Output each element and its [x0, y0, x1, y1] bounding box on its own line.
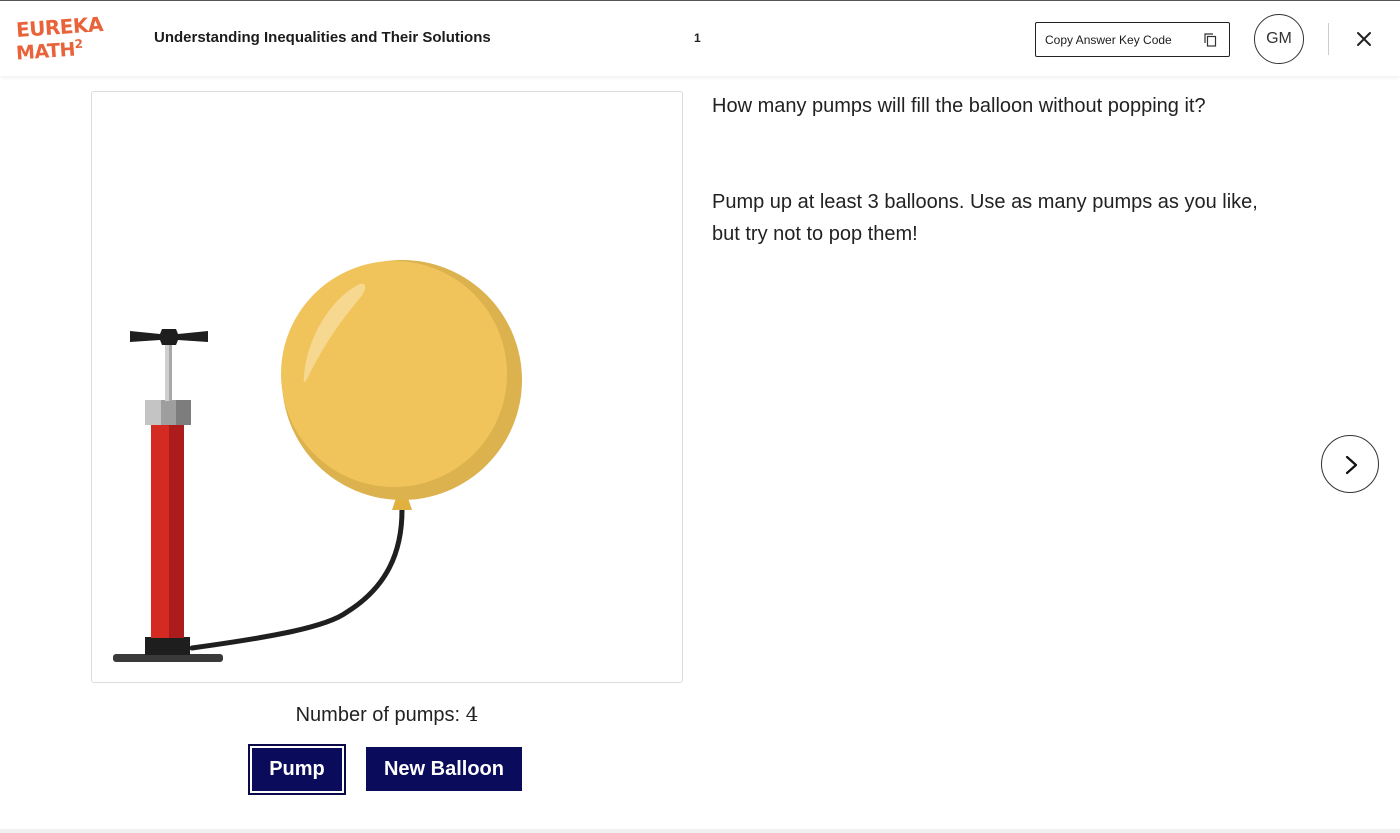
- instructions-line2: but try not to pop them!: [712, 223, 918, 245]
- balloon-pump-canvas: [91, 91, 683, 683]
- bottom-border: [0, 829, 1400, 833]
- header: EUREKA MATH2 Understanding Inequalities …: [0, 1, 1400, 76]
- pump-handle: [130, 329, 208, 345]
- next-button[interactable]: [1321, 435, 1379, 493]
- copy-answer-key-label: Copy Answer Key Code: [1045, 32, 1172, 47]
- copy-icon: [1204, 33, 1217, 47]
- close-button[interactable]: [1352, 27, 1376, 51]
- page: EUREKA MATH2 Understanding Inequalities …: [0, 0, 1400, 833]
- page-number: 1: [694, 31, 701, 45]
- instructions-line1: Pump up at least 3 balloons. Use as many…: [712, 191, 1258, 213]
- user-avatar[interactable]: GM: [1254, 14, 1304, 64]
- header-divider: [1328, 23, 1329, 55]
- pump-cap-light: [145, 400, 161, 425]
- copy-answer-key-button[interactable]: Copy Answer Key Code: [1035, 22, 1230, 57]
- pump-button-label: Pump: [252, 748, 342, 791]
- hose: [189, 507, 405, 651]
- logo-line2: MATH2: [15, 36, 83, 65]
- pump-count-value: 4: [465, 702, 479, 726]
- close-icon: [1357, 32, 1371, 46]
- instructions-text: Pump up at least 3 balloons. Use as many…: [712, 186, 1312, 250]
- pump-balloon-illustration: [113, 260, 522, 662]
- eureka-math-logo[interactable]: EUREKA MATH2: [15, 12, 103, 67]
- pump-base: [113, 654, 223, 662]
- pump-body-shade: [169, 424, 184, 638]
- lesson-title: Understanding Inequalities and Their Sol…: [154, 29, 491, 46]
- pump-count-display: Number of pumps: 4: [91, 702, 683, 727]
- pump-cap-dark: [176, 400, 191, 425]
- new-balloon-button[interactable]: New Balloon: [366, 747, 522, 791]
- chevron-right-icon: [1345, 455, 1358, 475]
- balloon-front: [281, 261, 507, 487]
- pump-foot: [145, 637, 190, 655]
- pump-rod-shade: [169, 340, 172, 401]
- question-text: How many pumps will fill the balloon wit…: [712, 95, 1206, 117]
- pump-button[interactable]: Pump: [248, 744, 346, 795]
- pump-count-label: Number of pumps:: [295, 704, 461, 726]
